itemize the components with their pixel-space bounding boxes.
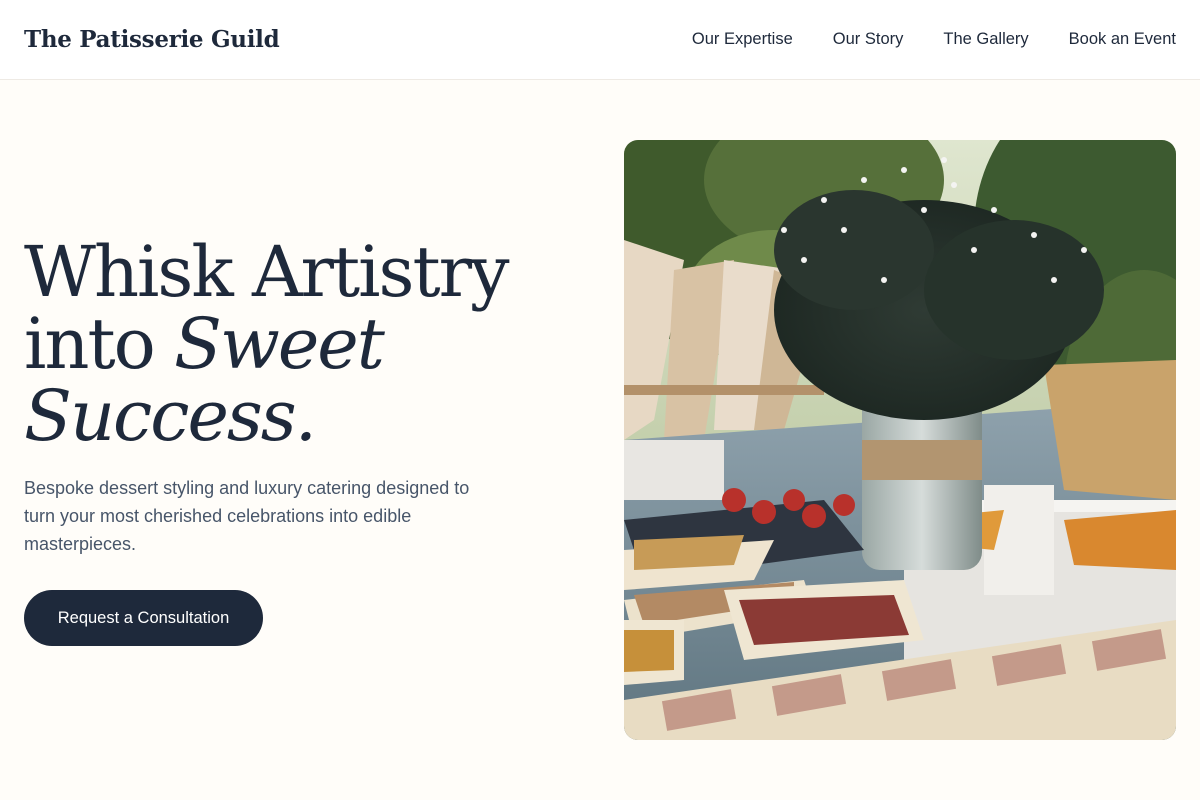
- request-consultation-button[interactable]: Request a Consultation: [24, 590, 263, 646]
- hero-title-line-3-italic: Success.: [24, 375, 317, 457]
- hero-title-line-1: Whisk Artistry: [24, 231, 510, 313]
- hero-title: Whisk Artistry into Sweet Success.: [24, 231, 510, 452]
- nav-the-gallery[interactable]: The Gallery: [943, 28, 1028, 50]
- hero-title-line-2: into Sweet: [24, 308, 508, 380]
- nav-our-story[interactable]: Our Story: [833, 28, 904, 50]
- dessert-table-photo: [624, 140, 1176, 740]
- hero-image: [624, 140, 1176, 740]
- hero-title-line-3: Success.: [24, 380, 508, 452]
- hero-subtitle: Bespoke dessert styling and luxury cater…: [24, 478, 470, 554]
- site-header: The Patisserie Guild Our Expertise Our S…: [0, 0, 1200, 80]
- hero-title-line-2-plain: into: [24, 303, 174, 385]
- hero-title-line-2-italic: Sweet: [174, 303, 385, 385]
- brand-logo[interactable]: The Patisserie Guild: [24, 24, 280, 56]
- nav-book-an-event[interactable]: Book an Event: [1069, 28, 1176, 50]
- nav-our-expertise[interactable]: Our Expertise: [692, 28, 793, 50]
- main-nav: Our Expertise Our Story The Gallery Book…: [692, 28, 1176, 50]
